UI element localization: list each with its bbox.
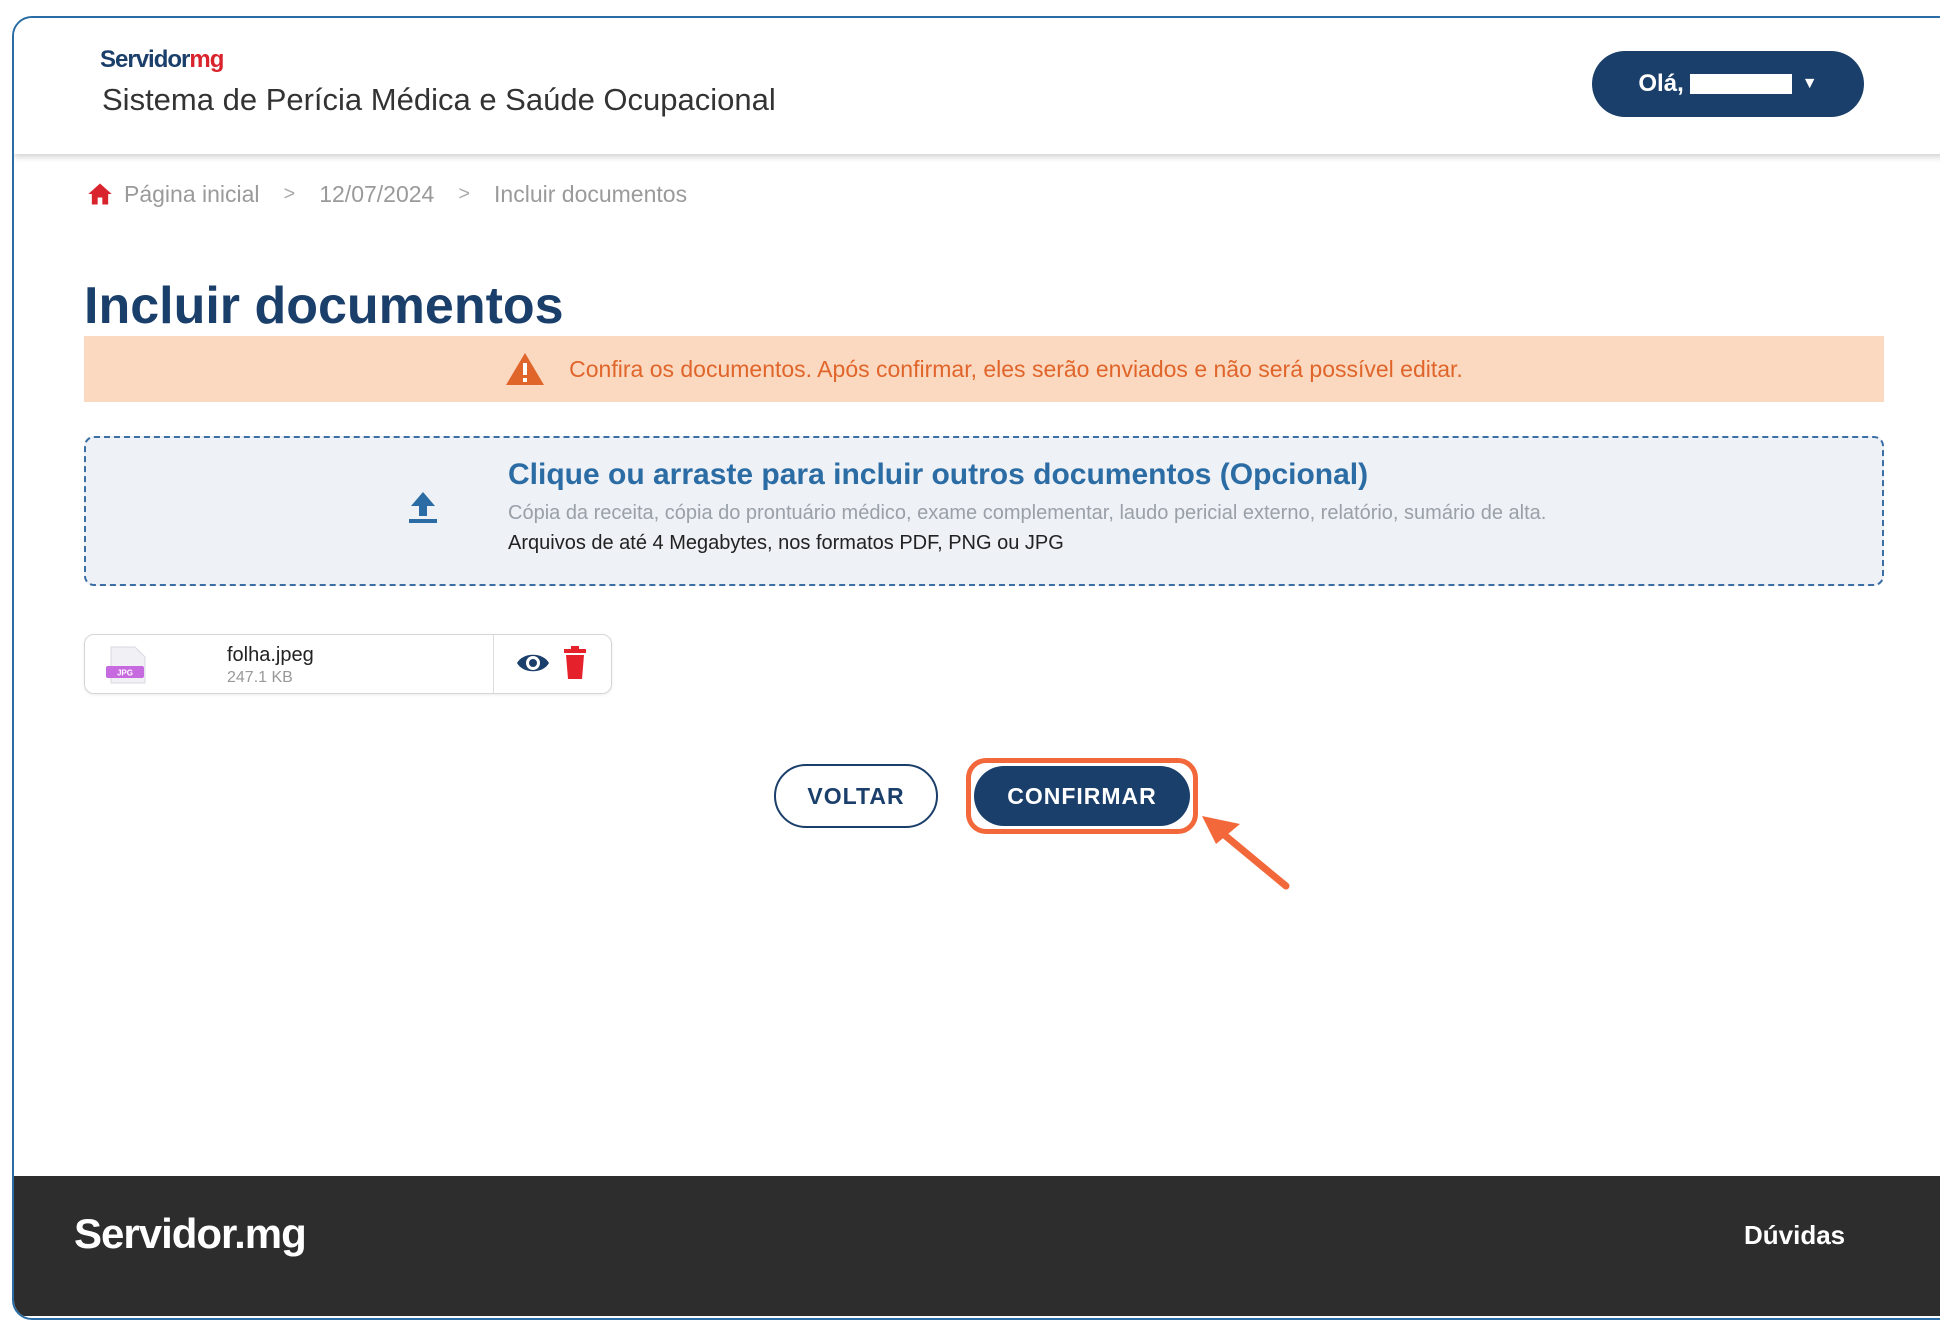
logo-part-2: mg — [189, 46, 224, 73]
home-icon — [88, 183, 112, 205]
user-menu-button[interactable]: Olá, ▼ — [1592, 51, 1864, 117]
eye-icon[interactable] — [515, 649, 551, 677]
upload-icon — [409, 492, 437, 523]
page-title: Incluir documentos — [84, 277, 564, 335]
chip-divider — [493, 635, 494, 693]
breadcrumb-separator: > — [458, 182, 471, 205]
caret-down-icon: ▼ — [1801, 75, 1818, 92]
footer: Servidor.mg Dúvidas — [14, 1176, 1940, 1316]
footer-logo[interactable]: Servidor.mg — [74, 1210, 307, 1258]
warning-icon — [506, 353, 545, 385]
confirm-button[interactable]: CONFIRMAR — [974, 766, 1190, 826]
file-size: 247.1 KB — [227, 669, 293, 686]
trash-icon[interactable] — [563, 646, 587, 680]
dropzone-title: Clique ou arraste para incluir outros do… — [508, 458, 1369, 491]
breadcrumb-separator: > — [283, 182, 296, 205]
breadcrumb-home-link[interactable]: Página inicial — [124, 181, 260, 208]
user-greeting: Olá, — [1638, 70, 1684, 97]
warning-text: Confira os documentos. Após confirmar, e… — [569, 355, 1463, 382]
breadcrumb: Página inicial > 12/07/2024 > Incluir do… — [86, 180, 687, 208]
back-button[interactable]: VOLTAR — [774, 764, 938, 828]
dropzone-formats: Arquivos de até 4 Megabytes, nos formato… — [508, 532, 1064, 554]
help-link[interactable]: Dúvidas — [1744, 1220, 1845, 1251]
system-title: Sistema de Perícia Médica e Saúde Ocupac… — [102, 82, 776, 117]
file-item: JPG folha.jpeg 247.1 KB — [84, 634, 612, 694]
pointer-arrow-icon — [1202, 816, 1290, 890]
logo-part-1: Servidor — [100, 46, 190, 73]
header: Servidormg Sistema de Perícia Médica e S… — [14, 18, 1940, 154]
breadcrumb-current: Incluir documentos — [494, 180, 688, 207]
warning-alert: Confira os documentos. Após confirmar, e… — [84, 336, 1884, 402]
upload-dropzone[interactable]: Clique ou arraste para incluir outros do… — [84, 436, 1884, 586]
servidor-mg-logo[interactable]: Servidormg — [100, 46, 224, 74]
breadcrumb-date-link[interactable]: 12/07/2024 — [319, 181, 434, 208]
redacted-username — [1689, 74, 1792, 94]
app-window: Servidormg Sistema de Perícia Médica e S… — [12, 16, 1940, 1320]
jpg-badge-label: JPG — [117, 669, 133, 678]
file-name: folha.jpeg — [227, 644, 314, 666]
dropzone-subtitle: Cópia da receita, cópia do prontuário mé… — [508, 502, 1547, 524]
jpg-file-icon: JPG — [106, 646, 146, 684]
